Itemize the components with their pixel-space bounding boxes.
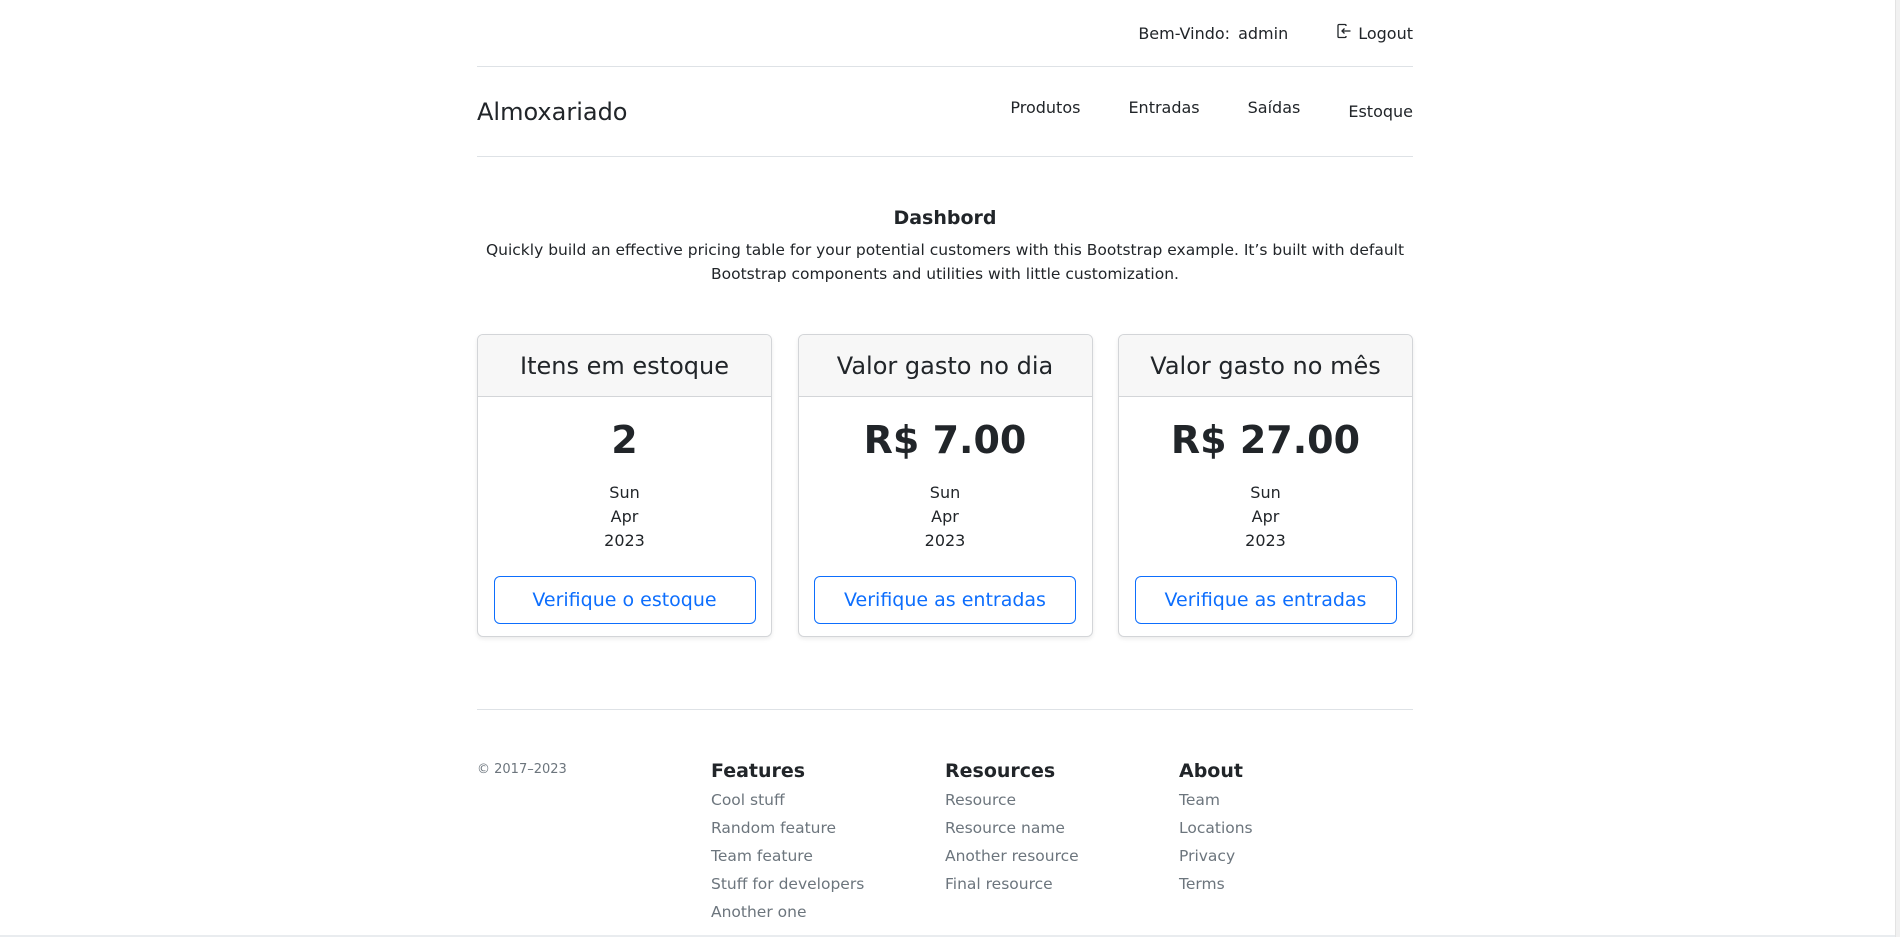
welcome-label: Bem-Vindo: (1138, 23, 1231, 43)
username: admin (1238, 23, 1289, 43)
card-body: R$ 27.00 Sun Apr 2023 Verifique as entra… (1119, 397, 1412, 624)
footer-link[interactable]: Privacy (1179, 842, 1413, 870)
card-date-list: Sun Apr 2023 (1119, 481, 1412, 553)
card-header: Valor gasto no mês (1119, 335, 1412, 397)
footer-column-title: About (1179, 760, 1243, 782)
card-date-day: Sun (609, 483, 640, 502)
footer-link[interactable]: Final resource (945, 870, 1179, 898)
card-date-year: 2023 (604, 531, 645, 550)
footer-link[interactable]: Stuff for developers (711, 870, 945, 898)
logout-icon (1336, 23, 1352, 43)
page-title: Dashbord (893, 207, 997, 229)
card-stock-items: Itens em estoque 2 Sun Apr 2023 Verifiqu… (477, 334, 772, 637)
card-date-list: Sun Apr 2023 (799, 481, 1092, 553)
footer-link[interactable]: Locations (1179, 814, 1413, 842)
check-entries-daily-button[interactable]: Verifique as entradas (814, 576, 1076, 624)
card-date-day: Sun (1250, 483, 1281, 502)
footer-link[interactable]: Team feature (711, 842, 945, 870)
card-date-year: 2023 (1245, 531, 1286, 550)
card-value: R$ 27.00 (1170, 418, 1361, 462)
card-daily-spent: Valor gasto no dia R$ 7.00 Sun Apr 2023 … (797, 334, 1093, 637)
nav-links: Produtos Entradas Saídas Estoque (962, 98, 1413, 121)
page-description: Quickly build an effective pricing table… (485, 241, 1405, 283)
top-bar: Bem-Vindo: admin Logout (477, 0, 1413, 67)
card-date-month: Apr (931, 507, 959, 526)
copyright-text: © 2017–2023 (477, 762, 567, 777)
nav-link-estoque[interactable]: Estoque (1348, 102, 1413, 121)
card-body: R$ 7.00 Sun Apr 2023 Verifique as entrad… (799, 397, 1092, 624)
footer-link[interactable]: Team (1179, 786, 1413, 814)
nav-link-saidas[interactable]: Saídas (1248, 98, 1301, 117)
card-value: 2 (611, 418, 638, 462)
card-header: Valor gasto no dia (798, 335, 1092, 397)
card-date-day: Sun (929, 483, 961, 502)
footer-column-resources: Resources Resource Resource name Another… (945, 760, 1179, 926)
main-navbar: Almoxariado Produtos Entradas Saídas Est… (477, 67, 1413, 157)
card-value: R$ 7.00 (863, 418, 1027, 462)
card-body: 2 Sun Apr 2023 Verifique o estoque (478, 397, 771, 624)
page-container: Bem-Vindo: admin Logout Almoxariado Prod… (477, 0, 1413, 926)
footer-link[interactable]: Another one (711, 898, 945, 926)
card-header: Itens em estoque (478, 335, 771, 397)
nav-link-entradas[interactable]: Entradas (1128, 98, 1199, 117)
logout-link[interactable]: Logout (1336, 23, 1413, 43)
brand-logo[interactable]: Almoxariado (477, 98, 627, 126)
page-footer: © 2017–2023 Features Cool stuff Random f… (477, 709, 1413, 926)
logout-label: Logout (1358, 23, 1413, 43)
check-entries-monthly-button[interactable]: Verifique as entradas (1134, 576, 1397, 624)
card-date-month: Apr (610, 507, 639, 526)
welcome-message: Bem-Vindo: admin (1138, 24, 1288, 43)
footer-link[interactable]: Another resource (945, 842, 1179, 870)
footer-link[interactable]: Resource name (945, 814, 1179, 842)
nav-link-produtos[interactable]: Produtos (1010, 98, 1080, 117)
hero-section: Dashbord Quickly build an effective pric… (477, 207, 1413, 286)
card-monthly-spent: Valor gasto no mês R$ 27.00 Sun Apr 2023… (1118, 334, 1413, 637)
card-date-year: 2023 (924, 531, 966, 550)
footer-link[interactable]: Resource (945, 786, 1179, 814)
footer-column-title: Features (711, 760, 806, 782)
page-scrollbar[interactable] (1895, 0, 1900, 937)
check-stock-button[interactable]: Verifique o estoque (493, 576, 756, 624)
footer-column-title: Resources (945, 760, 1056, 782)
footer-link[interactable]: Terms (1179, 870, 1413, 898)
card-date-list: Sun Apr 2023 (478, 481, 771, 553)
dashboard-cards: Itens em estoque 2 Sun Apr 2023 Verifiqu… (477, 334, 1413, 637)
footer-link[interactable]: Random feature (711, 814, 945, 842)
footer-column-features: Features Cool stuff Random feature Team … (711, 760, 945, 926)
card-date-month: Apr (1251, 507, 1280, 526)
footer-link[interactable]: Cool stuff (711, 786, 945, 814)
footer-column-about: About Team Locations Privacy Terms (1179, 760, 1413, 926)
